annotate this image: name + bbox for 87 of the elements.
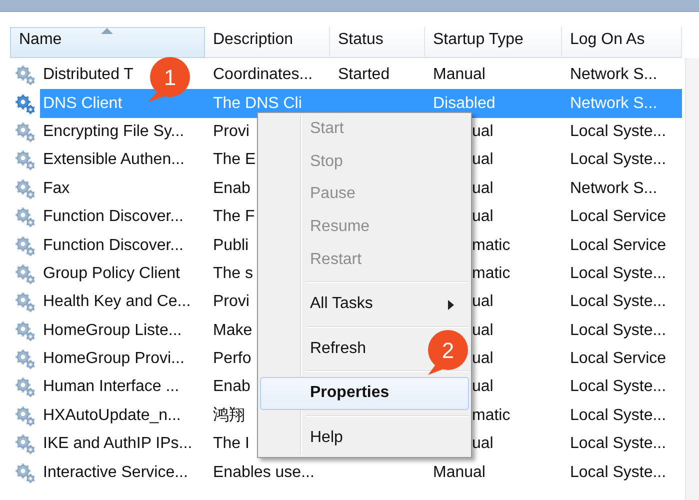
table-cell-text: ual: [472, 122, 494, 142]
table-cell-text: IKE and AuthIP IPs...: [43, 434, 192, 454]
table-cell-text: Local Service: [570, 236, 666, 256]
table-cell-text: Enab: [213, 377, 250, 398]
gear-icon: [14, 262, 36, 285]
table-cell-text: Extensible Authen...: [43, 150, 184, 170]
table-cell-text: Local Syste...: [570, 264, 666, 284]
table-cell-text: Coordinates...: [213, 65, 313, 86]
table-cell-text: Fax: [43, 178, 70, 199]
table-cell-text: Local Syste...: [570, 292, 666, 312]
table-cell-text: Disabled: [433, 94, 496, 114]
column-header[interactable]: Log On As: [562, 27, 682, 58]
gear-icon: [14, 206, 36, 228]
table-cell-text: Local Syste...: [570, 462, 666, 483]
column-header[interactable]: Status: [330, 27, 425, 58]
gear-icon: [14, 64, 36, 86]
menu-item[interactable]: Help: [260, 422, 344, 454]
gear-icon: [14, 404, 36, 427]
gear-icon: [14, 149, 36, 172]
table-cell-text: Make: [213, 320, 252, 341]
gear-icon: [14, 348, 36, 370]
table-cell-text: Local Syste...: [570, 434, 666, 454]
table-cell-text: HomeGroup Liste...: [43, 320, 182, 341]
gear-icon: [14, 376, 36, 398]
table-cell-text: Local Syste...: [570, 377, 666, 398]
table-cell-text: ual: [472, 349, 494, 370]
table-cell-text: Encrypting File Sy...: [43, 122, 184, 142]
scrollbar[interactable]: [685, 58, 699, 500]
column-header[interactable]: Startup Type: [425, 27, 562, 58]
table-cell-text: Function Discover...: [43, 207, 184, 228]
table-cell-text: DNS Client: [43, 94, 122, 114]
gear-icon: [14, 433, 36, 456]
table-cell-text: Human Interface ...: [43, 377, 180, 398]
table-cell-text: Local Syste...: [570, 150, 666, 170]
table-cell-text: ual: [472, 207, 494, 228]
table-cell-text: Health Key and Ce...: [43, 292, 191, 312]
table-cell-text: Publi: [213, 236, 249, 256]
table-cell-text: Perfo: [213, 349, 252, 370]
table-cell-text: matic: [472, 236, 510, 256]
gear-icon: [14, 234, 36, 257]
table-cell-text: matic: [472, 264, 510, 284]
menu-item[interactable]: All Tasks: [260, 288, 469, 321]
table-cell-text: Local Syste...: [570, 320, 666, 341]
table-cell-text: ual: [472, 434, 494, 454]
menu-item[interactable]: Refresh: [260, 332, 368, 366]
table-cell-text: Manual: [433, 462, 486, 483]
table-cell-text: HomeGroup Provi...: [43, 349, 184, 370]
table-cell-text: Manual: [433, 65, 486, 86]
table-cell-text: Provi: [213, 122, 250, 142]
table-cell-text: ual: [472, 320, 494, 341]
table-cell-text: Local Service: [570, 207, 666, 228]
table-cell-text: ual: [472, 377, 494, 398]
table-cell-text: Function Discover...: [43, 236, 184, 256]
table-cell-text: Network S...: [570, 65, 658, 86]
column-header[interactable]: Description: [205, 27, 330, 58]
table-cell-text: ual: [472, 178, 494, 199]
gear-icon: [14, 291, 36, 314]
table-cell-text: The DNS Cli: [213, 94, 302, 114]
table-cell-text: Network S...: [570, 94, 658, 114]
table-cell-text: ual: [472, 150, 494, 170]
sort-caret-icon: [101, 28, 113, 34]
table-cell-text: Interactive Service...: [43, 462, 188, 483]
table-cell-text: The s: [213, 264, 254, 284]
table-cell-text: Enab: [213, 178, 250, 199]
gear-icon: [14, 178, 36, 200]
table-cell-text: HXAutoUpdate_n...: [43, 406, 181, 426]
menu-item[interactable]: Properties: [260, 377, 469, 410]
table-cell-text: Started: [338, 65, 390, 86]
table-cell-text: Local Syste...: [570, 122, 666, 142]
gear-icon: [14, 462, 36, 484]
table-cell-text: matic: [472, 406, 510, 426]
table-cell-text: Local Syste...: [570, 406, 666, 426]
table-cell-text: ual: [472, 292, 494, 312]
gear-icon: [14, 320, 36, 342]
table-cell-text: Provi: [213, 292, 250, 312]
gear-icon: [14, 120, 36, 143]
table-cell-text: Distributed T: [43, 65, 134, 86]
table-cell-text: Enables use...: [213, 462, 314, 483]
column-header[interactable]: Name: [10, 27, 205, 58]
table-cell-text: The I: [213, 434, 250, 454]
table-cell-text: Network S...: [570, 178, 658, 199]
table-cell-text: The E: [213, 150, 256, 170]
gear-icon: [14, 92, 36, 115]
table-cell-text: 鸿翔: [213, 406, 245, 426]
table-cell-text: Local Service: [570, 349, 666, 370]
table-cell-text: Group Policy Client: [43, 264, 180, 284]
table-cell-text: The F: [213, 207, 255, 228]
